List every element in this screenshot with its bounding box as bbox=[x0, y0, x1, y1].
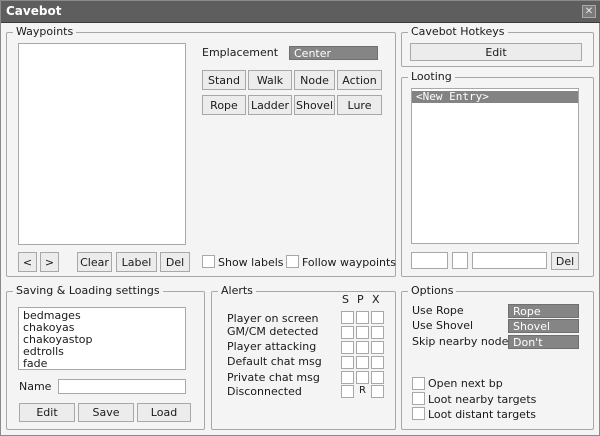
loot-item-field-1[interactable] bbox=[411, 252, 448, 269]
alert-sound-checkbox[interactable] bbox=[341, 326, 354, 339]
next-waypoint-button[interactable]: > bbox=[40, 252, 59, 272]
loot-distant-label: Loot distant targets bbox=[428, 408, 536, 421]
settings-file-list[interactable]: bedmages chakoyas chakoyastop edtrolls f… bbox=[18, 307, 186, 370]
lure-button[interactable]: Lure bbox=[337, 95, 382, 115]
alerts-title: Alerts bbox=[218, 284, 256, 298]
use-shovel-select[interactable]: Shovel bbox=[508, 319, 579, 333]
alert-pause-checkbox[interactable] bbox=[356, 341, 369, 354]
hotkeys-title: Cavebot Hotkeys bbox=[408, 25, 508, 39]
cavebot-window: Cavebot ✕ Waypoints Emplacement Center S… bbox=[0, 0, 600, 436]
ladder-button[interactable]: Ladder bbox=[248, 95, 292, 115]
loot-item-field-2[interactable] bbox=[452, 252, 468, 269]
alert-sound-checkbox[interactable] bbox=[341, 371, 354, 384]
waypoints-list[interactable] bbox=[18, 43, 186, 245]
alert-label: Default chat msg bbox=[227, 355, 322, 368]
looting-title: Looting bbox=[408, 70, 455, 84]
looting-list[interactable]: <New Entry> bbox=[411, 88, 579, 244]
alert-exit-checkbox[interactable] bbox=[371, 385, 384, 398]
alert-label: Player attacking bbox=[227, 340, 317, 353]
close-button[interactable]: ✕ bbox=[582, 5, 596, 18]
alert-exit-checkbox[interactable] bbox=[371, 326, 384, 339]
loot-item-field-3[interactable] bbox=[472, 252, 547, 269]
open-next-bp-label: Open next bp bbox=[428, 377, 503, 390]
settings-load-button[interactable]: Load bbox=[137, 403, 191, 422]
title-bar[interactable]: Cavebot ✕ bbox=[1, 1, 600, 23]
shovel-button[interactable]: Shovel bbox=[294, 95, 335, 115]
show-labels-label: Show labels bbox=[218, 256, 284, 269]
use-rope-label: Use Rope bbox=[412, 304, 464, 317]
show-labels-checkbox[interactable] bbox=[202, 255, 215, 268]
alert-exit-checkbox[interactable] bbox=[371, 311, 384, 324]
looting-list-item[interactable]: <New Entry> bbox=[412, 91, 578, 103]
skip-nodes-label: Skip nearby nodes bbox=[412, 335, 515, 348]
chevron-right-icon: > bbox=[44, 255, 55, 269]
name-label: Name bbox=[19, 380, 52, 393]
del-loot-button[interactable]: Del bbox=[551, 252, 579, 270]
alerts-col-s: S bbox=[342, 293, 349, 306]
loot-nearby-checkbox[interactable] bbox=[412, 392, 425, 405]
alert-label: Disconnected bbox=[227, 385, 302, 398]
alert-pause-checkbox[interactable] bbox=[356, 326, 369, 339]
alert-pause-checkbox[interactable] bbox=[356, 356, 369, 369]
alert-exit-checkbox[interactable] bbox=[371, 356, 384, 369]
clear-button[interactable]: Clear bbox=[77, 252, 112, 272]
waypoints-title: Waypoints bbox=[13, 25, 77, 39]
chevron-left-icon: < bbox=[22, 255, 33, 269]
use-shovel-label: Use Shovel bbox=[412, 319, 474, 332]
alerts-col-x: X bbox=[372, 293, 380, 306]
loot-nearby-label: Loot nearby targets bbox=[428, 393, 537, 406]
window-title: Cavebot bbox=[6, 4, 62, 18]
follow-waypoints-label: Follow waypoints bbox=[302, 256, 397, 269]
use-rope-select[interactable]: Rope bbox=[508, 304, 579, 318]
prev-waypoint-button[interactable]: < bbox=[18, 252, 37, 272]
saving-title: Saving & Loading settings bbox=[13, 284, 163, 298]
alert-label: GM/CM detected bbox=[227, 325, 319, 338]
alerts-col-p: P bbox=[357, 293, 364, 306]
open-next-bp-checkbox[interactable] bbox=[412, 377, 425, 390]
alert-exit-checkbox[interactable] bbox=[371, 341, 384, 354]
walk-button[interactable]: Walk bbox=[248, 70, 292, 90]
del-waypoint-button[interactable]: Del bbox=[160, 252, 190, 272]
alert-pause-checkbox[interactable] bbox=[356, 371, 369, 384]
skip-nodes-select[interactable]: Don't bbox=[508, 335, 579, 349]
settings-name-field[interactable] bbox=[58, 379, 186, 394]
options-title: Options bbox=[408, 284, 457, 298]
alert-sound-checkbox[interactable] bbox=[341, 341, 354, 354]
action-button[interactable]: Action bbox=[337, 70, 382, 90]
alert-pause-checkbox[interactable]: R bbox=[356, 385, 369, 398]
alert-sound-checkbox[interactable] bbox=[341, 311, 354, 324]
alert-pause-checkbox[interactable] bbox=[356, 311, 369, 324]
rope-button[interactable]: Rope bbox=[202, 95, 246, 115]
hotkeys-edit-button[interactable]: Edit bbox=[410, 43, 582, 61]
emplacement-label: Emplacement bbox=[202, 46, 279, 59]
follow-waypoints-checkbox[interactable] bbox=[286, 255, 299, 268]
alert-exit-checkbox[interactable] bbox=[371, 371, 384, 384]
alert-label: Private chat msg bbox=[227, 371, 320, 384]
alert-label: Player on screen bbox=[227, 312, 319, 325]
loot-distant-checkbox[interactable] bbox=[412, 407, 425, 420]
emplacement-select[interactable]: Center bbox=[289, 46, 378, 60]
stand-button[interactable]: Stand bbox=[202, 70, 246, 90]
settings-file-item[interactable]: fade bbox=[19, 358, 185, 370]
settings-save-button[interactable]: Save bbox=[78, 403, 134, 422]
node-button[interactable]: Node bbox=[294, 70, 335, 90]
alert-sound-checkbox[interactable] bbox=[341, 385, 354, 398]
settings-edit-button[interactable]: Edit bbox=[19, 403, 75, 422]
close-icon: ✕ bbox=[584, 6, 594, 17]
alert-sound-checkbox[interactable] bbox=[341, 356, 354, 369]
label-button[interactable]: Label bbox=[116, 252, 157, 272]
